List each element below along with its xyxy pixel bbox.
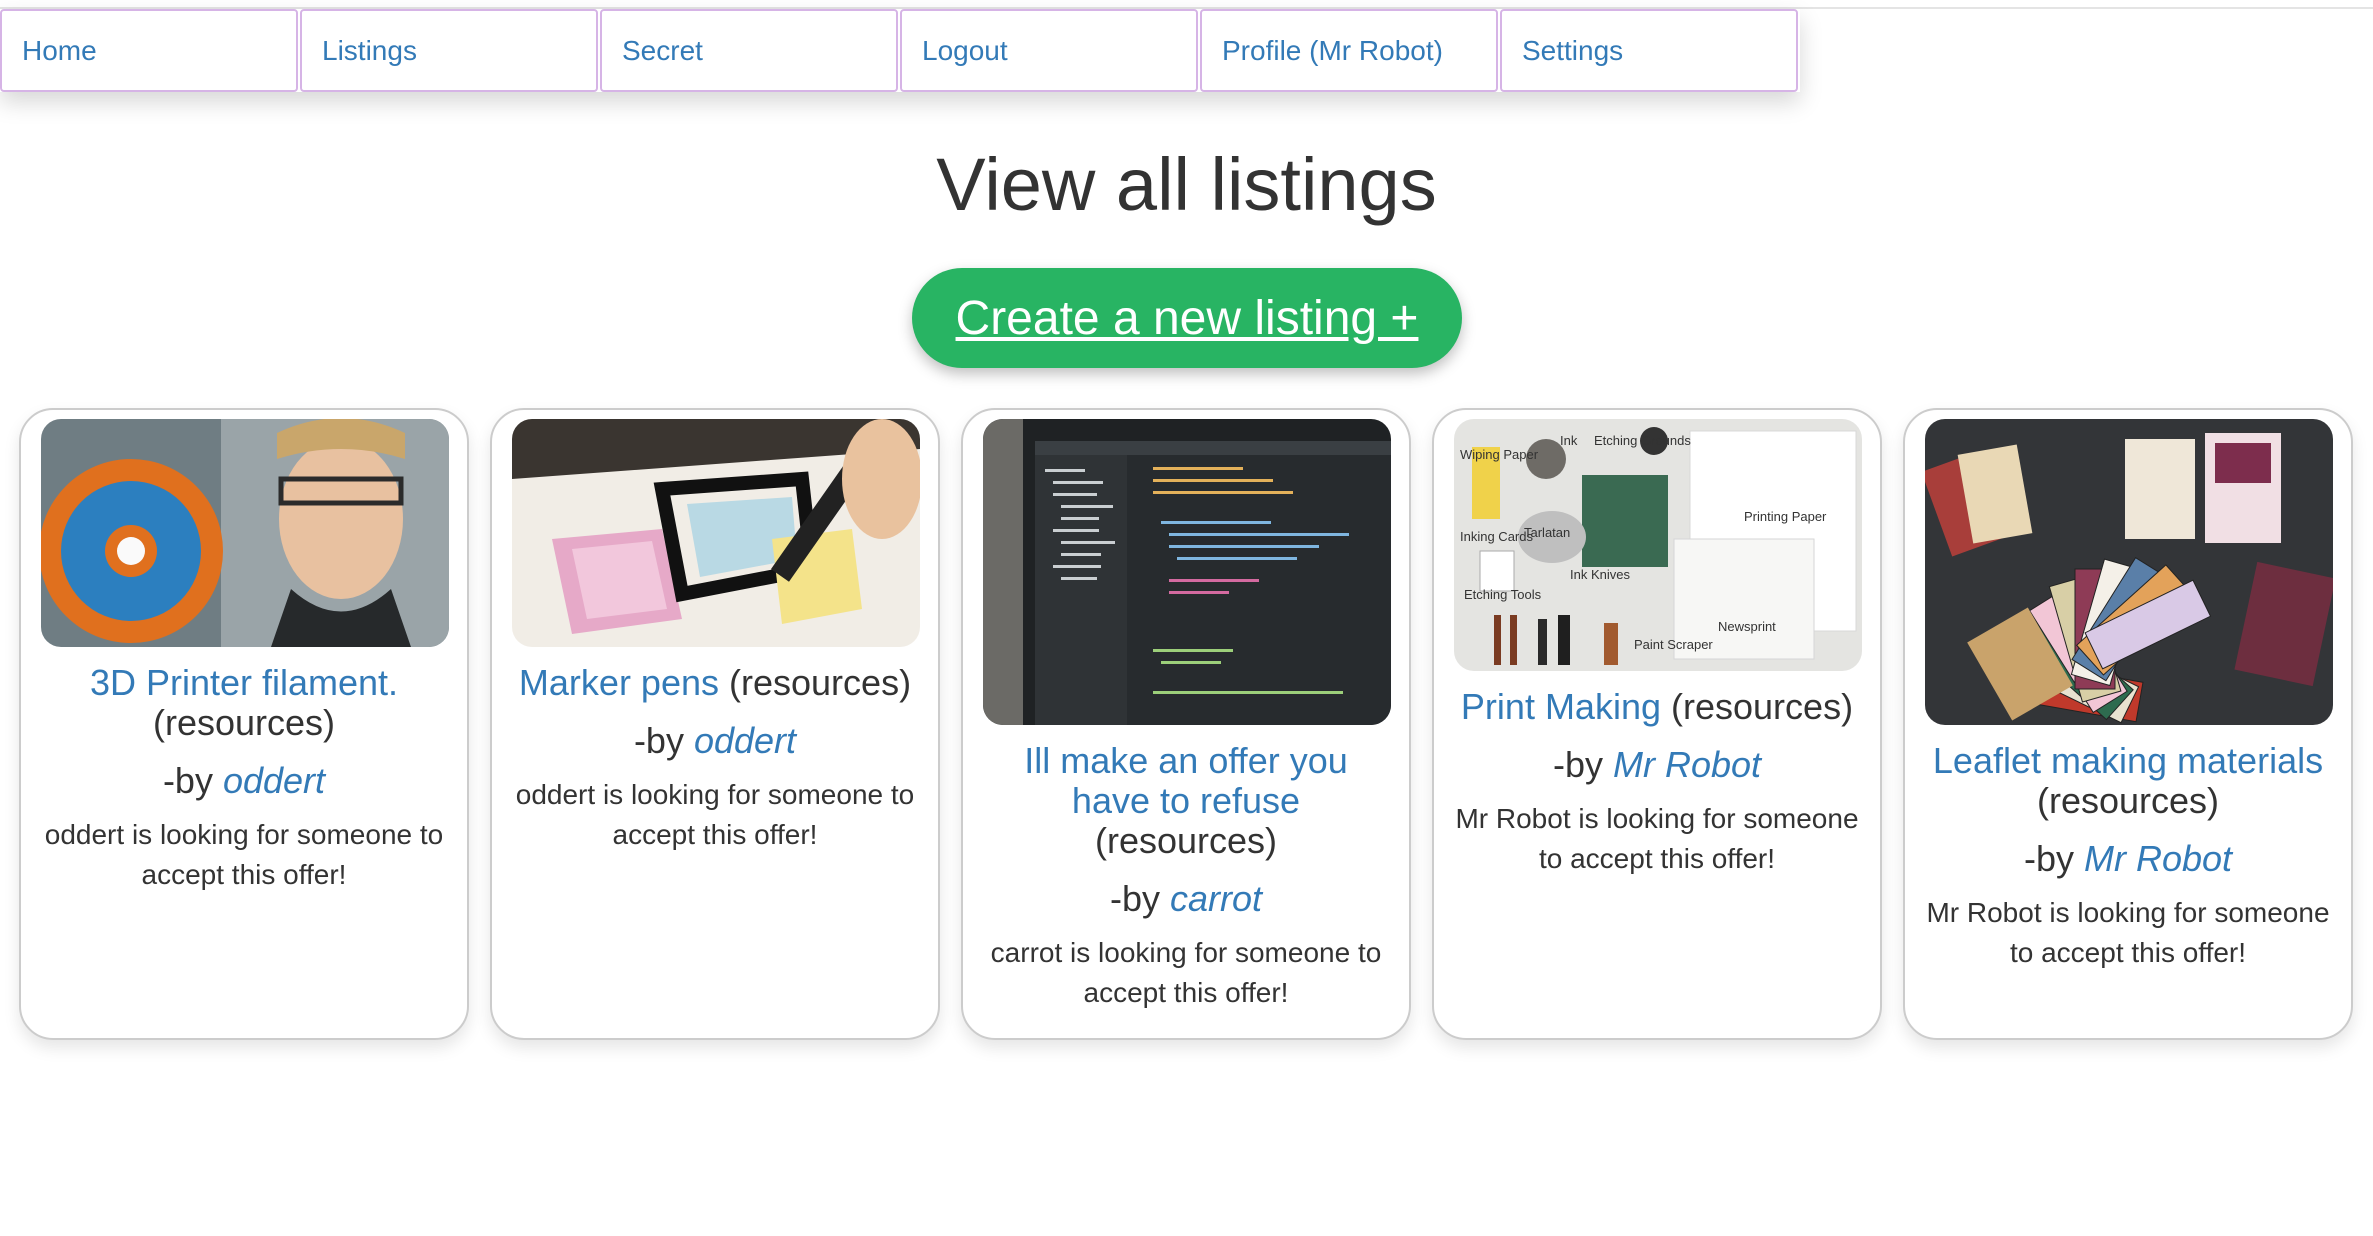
listing-card: Ill make an offer you have to refuse (re… [961, 408, 1411, 1040]
listing-title-block: Ill make an offer you have to refuse (re… [983, 741, 1389, 861]
byline-prefix: -by [162, 760, 213, 801]
listing-description: Mr Robot is looking for someone to accep… [1455, 803, 1859, 874]
listing-category: (resources) [2036, 780, 2220, 821]
top-nav: Home Listings Secret Logout Profile (Mr … [0, 9, 1800, 92]
photo-label: Ink Knives [1570, 567, 1630, 582]
nav-listings[interactable]: Listings [300, 9, 598, 92]
listing-title-link[interactable]: 3D Printer filament. [90, 662, 398, 703]
listing-byline: -by Mr Robot [1925, 837, 2331, 881]
photo-label: Etching Tools [1464, 587, 1542, 602]
listing-image-marker-pens[interactable] [512, 419, 920, 647]
listing-title-link[interactable]: Ill make an offer you have to refuse [1024, 740, 1348, 821]
byline-prefix: -by [2023, 838, 2074, 879]
page-title: View all listings [936, 143, 1437, 226]
listing-description: carrot is looking for someone to accept … [990, 937, 1382, 1008]
listing-title-block: Print Making (resources) [1454, 687, 1860, 727]
listing-image-leaflets[interactable] [1925, 419, 2333, 725]
nav-logout[interactable]: Logout [900, 9, 1198, 92]
listing-title-link[interactable]: Print Making [1461, 686, 1661, 727]
listing-byline: -by carrot [983, 877, 1389, 921]
listing-card: Wiping Paper Ink Etching Grounds Printin… [1432, 408, 1882, 1040]
listing-description: oddert is looking for someone to accept … [44, 819, 444, 890]
nav-profile[interactable]: Profile (Mr Robot) [1200, 9, 1498, 92]
listing-image-code-editor[interactable] [983, 419, 1391, 725]
nav-secret[interactable]: Secret [600, 9, 898, 92]
author-link[interactable]: Mr Robot [1613, 744, 1761, 785]
nav-settings[interactable]: Settings [1500, 9, 1798, 92]
listing-category: (resources) [1671, 686, 1854, 727]
listing-title-block: Marker pens (resources) [512, 663, 918, 703]
listing-image-print-making[interactable]: Wiping Paper Ink Etching Grounds Printin… [1454, 419, 1862, 671]
listing-card: 3D Printer filament. (resources) -by odd… [19, 408, 469, 1040]
author-link[interactable]: Mr Robot [2084, 838, 2232, 879]
listing-byline: -by oddert [41, 759, 447, 803]
photo-label: Etching Grounds [1594, 433, 1691, 448]
photo-label: Newsprint [1718, 619, 1776, 634]
listing-category: (resources) [729, 662, 912, 703]
photo-label: Printing Paper [1744, 509, 1827, 524]
listing-card: Marker pens (resources) -by oddert odder… [490, 408, 940, 1040]
listing-title-block: Leaflet making materials (resources) [1925, 741, 2331, 821]
author-link[interactable]: oddert [223, 760, 325, 801]
byline-prefix: -by [1109, 878, 1160, 919]
listing-card: Leaflet making materials (resources) -by… [1903, 408, 2353, 1040]
listing-title-link[interactable]: Marker pens [519, 662, 719, 703]
listing-title-block: 3D Printer filament. (resources) [41, 663, 447, 743]
listing-category: (resources) [152, 702, 336, 743]
listing-byline: -by Mr Robot [1454, 743, 1860, 787]
listing-byline: -by oddert [512, 719, 918, 763]
photo-label: Wiping Paper [1460, 447, 1539, 462]
listing-category: (resources) [1094, 820, 1278, 861]
listing-description: Mr Robot is looking for someone to accep… [1926, 897, 2330, 968]
listing-description: oddert is looking for someone to accept … [515, 779, 915, 850]
nav-home[interactable]: Home [0, 9, 298, 92]
photo-label: Paint Scraper [1634, 637, 1713, 652]
photo-label: Ink [1560, 433, 1578, 448]
photo-label: Inking Cards [1460, 529, 1533, 544]
listing-image-filament[interactable] [41, 419, 449, 647]
byline-prefix: -by [1552, 744, 1603, 785]
listing-cards: 3D Printer filament. (resources) -by odd… [19, 408, 2373, 1040]
create-listing-button[interactable]: Create a new listing + [912, 268, 1462, 368]
author-link[interactable]: oddert [694, 720, 796, 761]
photo-label: Tarlatan [1524, 525, 1570, 540]
author-link[interactable]: carrot [1170, 878, 1262, 919]
listing-title-link[interactable]: Leaflet making materials [1933, 740, 2323, 781]
byline-prefix: -by [633, 720, 684, 761]
